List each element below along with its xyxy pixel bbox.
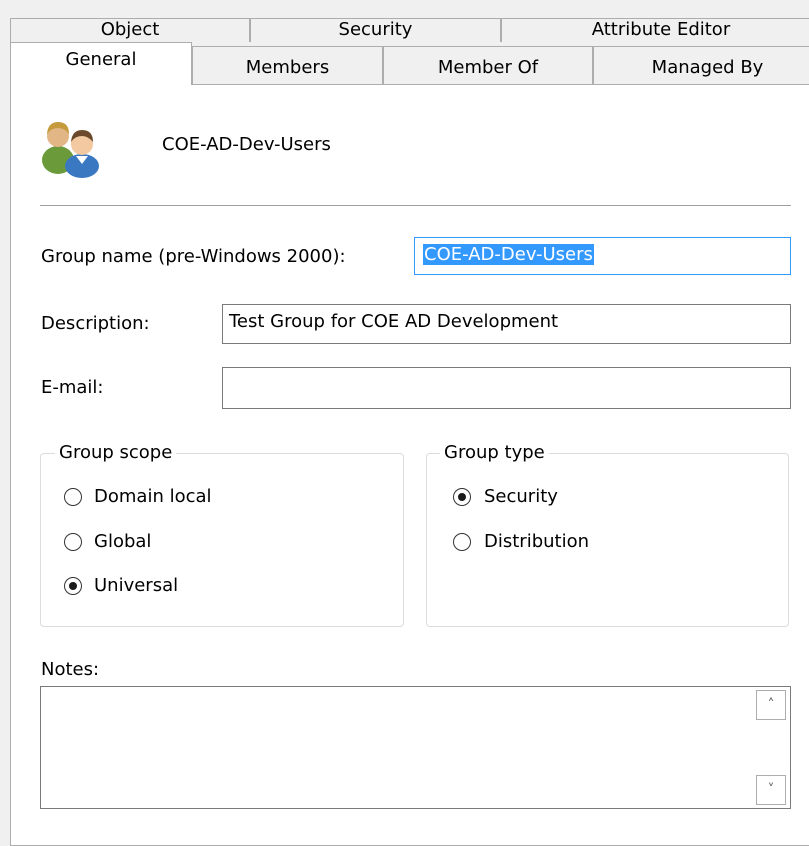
tab-managed-by-label: Managed By — [651, 57, 764, 78]
tab-security-label: Security — [338, 19, 413, 40]
radio-distribution[interactable] — [453, 533, 471, 551]
tab-managed-by[interactable]: Managed By — [593, 46, 809, 84]
group-name-value: COE-AD-Dev-Users — [423, 244, 594, 265]
group-scope-title: Group scope — [55, 442, 177, 464]
radio-universal[interactable] — [64, 577, 82, 595]
group-name-field[interactable]: COE-AD-Dev-Users — [414, 237, 791, 275]
radio-domain-local-label[interactable]: Domain local — [94, 486, 212, 508]
tab-object-label: Object — [100, 19, 160, 40]
tab-member-of-label: Member Of — [437, 57, 539, 78]
description-field[interactable]: Test Group for COE AD Development — [222, 304, 791, 344]
tab-member-of[interactable]: Member Of — [383, 46, 593, 84]
tab-attribute-editor[interactable]: Attribute Editor — [501, 18, 809, 42]
radio-security-label[interactable]: Security — [484, 486, 558, 508]
tab-object[interactable]: Object — [10, 18, 250, 42]
tab-general-label: General — [65, 49, 137, 70]
tab-general[interactable]: General — [10, 42, 192, 85]
tab-security[interactable]: Security — [250, 18, 501, 42]
group-display-name: COE-AD-Dev-Users — [162, 134, 331, 155]
radio-domain-local[interactable] — [64, 488, 82, 506]
group-type-box — [426, 453, 789, 627]
email-label: E-mail: — [41, 377, 104, 398]
radio-global-label[interactable]: Global — [94, 531, 151, 553]
group-users-icon — [42, 122, 99, 178]
header-divider — [40, 205, 791, 206]
tab-members[interactable]: Members — [192, 46, 383, 84]
radio-global[interactable] — [64, 533, 82, 551]
email-field[interactable] — [222, 367, 791, 409]
group-type-title: Group type — [440, 442, 549, 464]
tab-attribute-editor-label: Attribute Editor — [591, 19, 731, 40]
notes-textarea[interactable] — [40, 686, 791, 809]
description-value: Test Group for COE AD Development — [229, 311, 559, 332]
notes-label: Notes: — [41, 659, 100, 680]
radio-security[interactable] — [453, 488, 471, 506]
radio-universal-label[interactable]: Universal — [94, 575, 178, 597]
group-name-label: Group name (pre-Windows 2000): — [41, 246, 346, 267]
scroll-up-arrow-icon[interactable]: ˄ — [756, 690, 786, 720]
description-label: Description: — [41, 313, 150, 334]
scroll-down-arrow-icon[interactable]: ˅ — [756, 775, 786, 805]
radio-distribution-label[interactable]: Distribution — [484, 531, 589, 553]
tab-members-label: Members — [245, 57, 330, 78]
